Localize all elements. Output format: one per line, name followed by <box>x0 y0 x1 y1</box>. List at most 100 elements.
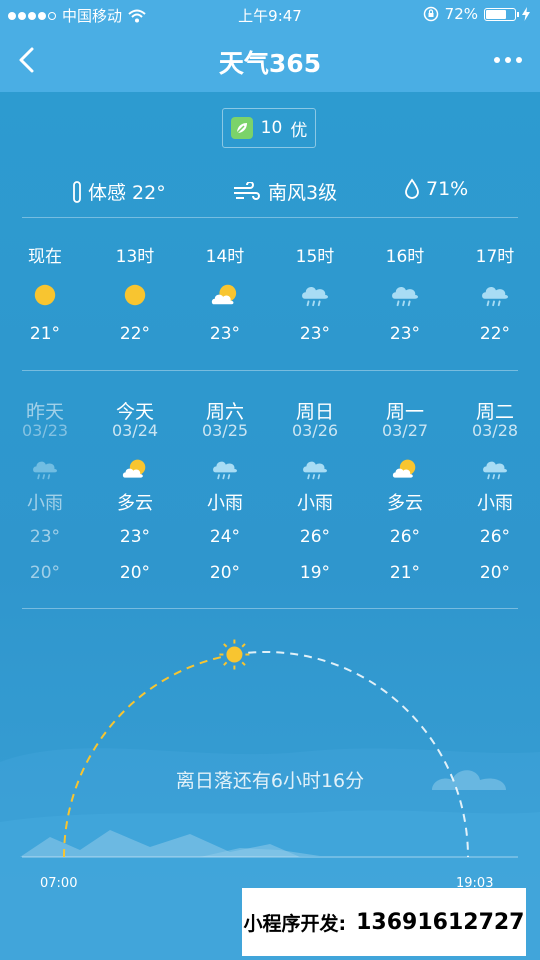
day-item[interactable]: 周一 03/27 多云 26° 21° <box>360 397 450 587</box>
droplet-icon <box>405 178 419 199</box>
charging-icon <box>522 7 530 21</box>
page-title: 天气365 <box>218 49 322 78</box>
day-condition: 小雨 <box>477 493 513 514</box>
thermometer-icon <box>73 180 81 203</box>
promo-banner: 小程序开发: 13691612727 <box>242 888 526 956</box>
humidity-text: 71% <box>426 178 469 200</box>
rain-icon <box>180 451 270 487</box>
leaf-icon <box>230 117 253 139</box>
humidity: 71% <box>404 178 468 200</box>
day-item[interactable]: 周日 03/26 小雨 26° 19° <box>270 397 360 587</box>
day-high: 26° <box>479 527 511 547</box>
day-date: 03/26 <box>291 421 339 440</box>
aqi-value: 10 <box>260 118 283 138</box>
divider <box>22 217 518 218</box>
day-high: 26° <box>299 527 331 547</box>
day-date: 03/27 <box>381 421 429 440</box>
battery-percent: 72% <box>444 5 478 23</box>
day-name: 昨天 <box>25 401 64 423</box>
day-name: 周六 <box>205 401 244 423</box>
hourly-forecast: 现在 21° 13时 22° 14时 23° 15时 23° 16时 23° 17时 22° <box>0 242 540 352</box>
day-low: 20° <box>119 563 151 583</box>
nav-bar: 天气365 <box>0 30 540 92</box>
rain-icon <box>455 276 535 314</box>
day-item[interactable]: 周二 03/28 小雨 26° 20° <box>450 397 540 587</box>
day-low: 20° <box>479 563 511 583</box>
day-condition: 多云 <box>387 493 423 514</box>
wind: 南风3级 <box>232 178 337 205</box>
hour-temp: 21° <box>29 324 61 344</box>
hour-temp: 22° <box>479 324 511 344</box>
aqi-badge[interactable]: 10 优 <box>222 108 316 148</box>
hour-item: 现在 21° <box>5 242 85 344</box>
hour-temp: 23° <box>209 324 241 344</box>
rain-icon <box>275 276 355 314</box>
aqi-level: 优 <box>290 120 308 141</box>
more-icon[interactable] <box>494 57 522 63</box>
current-metrics: 体感 22° 南风3级 71% <box>0 178 540 208</box>
daily-forecast: 昨天 03/23 小雨 23° 20° 今天 03/24 多云 23° 20° 周六 03/25 小雨 2… <box>0 397 540 587</box>
hour-temp: 23° <box>389 324 421 344</box>
divider <box>22 608 518 609</box>
day-condition: 小雨 <box>297 493 333 514</box>
rain-icon <box>365 276 445 314</box>
wind-icon <box>234 181 260 200</box>
sun-icon <box>95 276 175 314</box>
day-date: 03/25 <box>201 421 249 440</box>
wind-text: 南风3级 <box>268 182 338 204</box>
hour-label: 16时 <box>385 247 425 267</box>
hour-item: 13时 22° <box>95 242 175 344</box>
rain-icon <box>0 451 90 487</box>
day-name: 周一 <box>385 401 424 423</box>
hour-item: 15时 23° <box>275 242 355 344</box>
hour-item: 16时 23° <box>365 242 445 344</box>
status-right: 72% <box>423 5 530 23</box>
feels-like: 体感 22° <box>72 178 166 205</box>
day-high: 26° <box>389 527 421 547</box>
sun-icon <box>5 276 85 314</box>
hour-temp: 22° <box>119 324 151 344</box>
sunset-countdown: 离日落还有6小时16分 <box>175 770 365 792</box>
day-low: 20° <box>29 563 61 583</box>
day-low: 21° <box>389 563 421 583</box>
day-item[interactable]: 昨天 03/23 小雨 23° 20° <box>0 397 90 587</box>
partly-cloudy-icon <box>90 451 180 487</box>
day-name: 周日 <box>295 401 334 423</box>
day-high: 24° <box>209 527 241 547</box>
day-item[interactable]: 周六 03/25 小雨 24° 20° <box>180 397 270 587</box>
day-low: 20° <box>209 563 241 583</box>
hour-label: 13时 <box>115 247 155 267</box>
partly-cloudy-icon <box>185 276 265 314</box>
day-name: 今天 <box>115 401 154 423</box>
sun-position-icon <box>219 639 250 670</box>
rotation-lock-icon <box>423 6 438 22</box>
day-date: 03/24 <box>111 421 159 440</box>
rain-icon <box>270 451 360 487</box>
day-low: 19° <box>299 563 331 583</box>
hour-label: 15时 <box>295 247 335 267</box>
day-item[interactable]: 今天 03/24 多云 23° 20° <box>90 397 180 587</box>
feels-like-text: 体感 22° <box>88 182 166 204</box>
hour-temp: 23° <box>299 324 331 344</box>
partly-cloudy-icon <box>360 451 450 487</box>
weather-main: 10 优 体感 22° 南风3级 71% 现在 21° 13时 22° 14时 23° 15… <box>0 92 540 960</box>
hour-label: 14时 <box>205 247 245 267</box>
day-condition: 小雨 <box>207 493 243 514</box>
battery-icon <box>484 7 519 21</box>
day-condition: 小雨 <box>27 493 63 514</box>
divider <box>22 370 518 371</box>
day-high: 23° <box>119 527 151 547</box>
day-date: 03/28 <box>471 421 519 440</box>
hour-label: 现在 <box>28 247 62 267</box>
status-bar: 中国移动 上午9:47 72% <box>0 0 540 30</box>
hour-item: 14时 23° <box>185 242 265 344</box>
hour-item: 17时 22° <box>455 242 535 344</box>
rain-icon <box>450 451 540 487</box>
hour-label: 17时 <box>475 247 515 267</box>
day-condition: 多云 <box>117 493 153 514</box>
promo-phone: 13691612727 <box>356 909 525 935</box>
day-high: 23° <box>29 527 61 547</box>
sunrise-time: 07:00 <box>40 876 78 891</box>
day-date: 03/23 <box>21 421 69 440</box>
day-name: 周二 <box>475 401 514 423</box>
